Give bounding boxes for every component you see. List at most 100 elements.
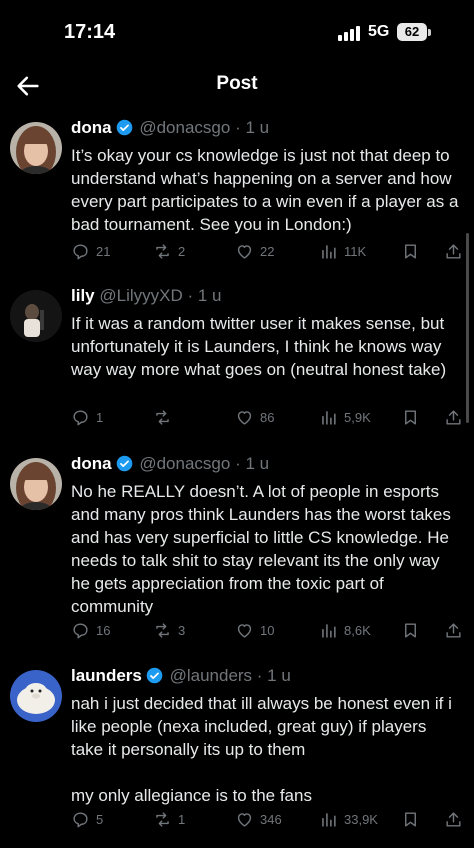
battery-level: 62 (404, 24, 420, 39)
repost-button[interactable]: 3 (153, 621, 185, 640)
reply-icon (73, 623, 88, 639)
like-button[interactable]: 10 (235, 621, 274, 640)
views-count: 11K (344, 244, 367, 259)
avatar[interactable] (10, 290, 62, 342)
bookmark-icon (405, 410, 416, 425)
signal-icon (338, 26, 360, 41)
avatar[interactable] (10, 122, 62, 174)
views-chart-icon (322, 624, 336, 638)
verified-badge-icon (146, 667, 163, 684)
display-name[interactable]: launders (71, 666, 142, 685)
user-handle[interactable]: @donacsgo (139, 118, 230, 137)
heart-icon (237, 624, 252, 638)
post-actions: 16 3 10 8,6K (71, 621, 463, 643)
share-icon (446, 244, 461, 259)
post-header: launders @launders · 1 u (71, 666, 291, 686)
reply-count: 1 (96, 410, 104, 425)
reply-button[interactable]: 5 (71, 810, 103, 829)
views-count: 8,6K (344, 623, 371, 638)
views-count: 33,9K (344, 812, 378, 827)
repost-count: 2 (178, 244, 186, 259)
reply-count: 21 (96, 244, 111, 259)
scrollbar[interactable] (466, 233, 469, 423)
bookmark-button[interactable] (401, 810, 420, 829)
battery-tip (428, 29, 431, 36)
views-button[interactable]: 5,9K (319, 408, 371, 427)
display-name[interactable]: dona (71, 118, 112, 137)
reply-count: 16 (96, 623, 111, 638)
like-count: 10 (260, 623, 275, 638)
user-handle[interactable]: @launders (170, 666, 252, 685)
share-button[interactable] (444, 242, 463, 261)
reply-icon (73, 244, 88, 260)
repost-icon (156, 812, 169, 827)
views-chart-icon (322, 245, 336, 259)
bookmark-icon (405, 244, 416, 259)
post-header: dona @donacsgo · 1 u (71, 118, 269, 138)
status-time: 17:14 (64, 21, 116, 43)
share-button[interactable] (444, 408, 463, 427)
heart-icon (237, 245, 252, 259)
post-header: lily @LilyyyXD · 1 u (71, 286, 222, 306)
share-button[interactable] (444, 810, 463, 829)
post-time: · 1 u (235, 454, 270, 473)
verified-badge-icon (116, 455, 132, 472)
like-button[interactable]: 86 (235, 408, 274, 427)
share-icon (446, 623, 461, 638)
network-type: 5G (368, 23, 390, 40)
display-name[interactable]: lily (71, 286, 95, 305)
repost-button[interactable] (153, 408, 178, 427)
bookmark-icon (405, 623, 416, 638)
post-text: It’s okay your cs knowledge is just not … (71, 146, 459, 234)
post-time: · 1 u (256, 666, 291, 685)
views-chart-icon (322, 411, 336, 425)
like-button[interactable]: 346 (235, 810, 282, 829)
post[interactable]: launders @launders · 1 u nah i just deci… (0, 666, 474, 846)
repost-count: 1 (178, 812, 186, 827)
page-title: Post (216, 73, 258, 94)
post-actions: 5 1 346 33,9K (71, 810, 463, 832)
post[interactable]: lily @LilyyyXD · 1 u If it was a random … (0, 286, 474, 436)
like-count: 86 (260, 410, 275, 425)
bookmark-button[interactable] (401, 408, 420, 427)
views-button[interactable]: 8,6K (319, 621, 371, 640)
reply-button[interactable]: 16 (71, 621, 110, 640)
status-bar: 17:14 5G 62 (0, 0, 474, 62)
avatar[interactable] (10, 458, 62, 510)
user-handle[interactable]: @LilyyyXD (99, 286, 182, 305)
like-count: 22 (260, 244, 275, 259)
views-button[interactable]: 11K (319, 242, 366, 261)
post-text: If it was a random twitter user it makes… (71, 314, 447, 379)
views-count: 5,9K (344, 410, 371, 425)
verified-badge-icon (116, 119, 132, 136)
heart-icon (237, 813, 252, 827)
post[interactable]: dona @donacsgo · 1 u No he REALLY doesn’… (0, 454, 474, 654)
reply-icon (73, 410, 88, 426)
reply-button[interactable]: 21 (71, 242, 110, 261)
post-time: · 1 u (187, 286, 222, 305)
repost-icon (156, 623, 169, 638)
views-button[interactable]: 33,9K (319, 810, 378, 829)
user-handle[interactable]: @donacsgo (139, 454, 230, 473)
repost-icon (156, 410, 169, 425)
reply-button[interactable]: 1 (71, 408, 103, 427)
share-icon (446, 410, 461, 425)
display-name[interactable]: dona (71, 454, 112, 473)
reply-count: 5 (96, 812, 104, 827)
repost-button[interactable]: 2 (153, 242, 185, 261)
post-actions: 1 86 5,9K (71, 408, 463, 430)
post-text: No he REALLY doesn’t. A lot of people in… (71, 482, 451, 616)
bookmark-button[interactable] (401, 621, 420, 640)
share-button[interactable] (444, 621, 463, 640)
like-button[interactable]: 22 (235, 242, 274, 261)
views-chart-icon (322, 813, 336, 827)
repost-button[interactable]: 1 (153, 810, 185, 829)
heart-icon (237, 411, 252, 425)
top-nav: Post (0, 62, 474, 110)
bookmark-button[interactable] (401, 242, 420, 261)
reply-icon (73, 812, 88, 828)
bookmark-icon (405, 812, 416, 827)
avatar[interactable] (10, 670, 62, 722)
post[interactable]: dona @donacsgo · 1 u It’s okay your cs k… (0, 118, 474, 268)
like-count: 346 (260, 812, 282, 827)
